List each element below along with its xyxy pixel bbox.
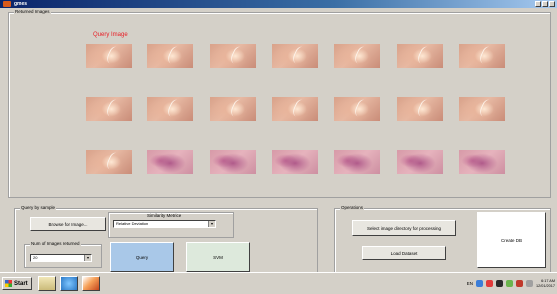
app-icon[interactable] bbox=[3, 1, 11, 7]
thumbnail-image[interactable] bbox=[334, 150, 380, 174]
similarity-metric-value: Relative Deviation bbox=[116, 221, 149, 226]
thumbnail-image[interactable] bbox=[334, 97, 380, 121]
create-db-button[interactable]: Create DB bbox=[477, 212, 546, 268]
antivirus-icon[interactable] bbox=[485, 280, 493, 287]
browser-icon[interactable] bbox=[60, 276, 78, 291]
thumbnail-image[interactable] bbox=[210, 150, 256, 174]
thumbnail-image[interactable] bbox=[459, 97, 505, 121]
similarity-metric-label: Similarity Metrice bbox=[147, 213, 182, 218]
maximize-button[interactable] bbox=[542, 1, 548, 7]
system-tray: EN 6:17 AM 12/01/2017 bbox=[467, 276, 555, 291]
select-directory-button[interactable]: Select image directory for processing bbox=[352, 220, 456, 236]
num-images-select[interactable]: 20 ▾ bbox=[30, 254, 92, 262]
thumbnail-image[interactable] bbox=[147, 150, 193, 174]
thumbnail-image[interactable] bbox=[210, 97, 256, 121]
start-button[interactable]: Start bbox=[2, 277, 32, 290]
similarity-metric-select[interactable]: Relative Deviation ▾ bbox=[113, 220, 216, 228]
taskbar: Start EN 6:17 AM 12/01/2017 bbox=[0, 272, 557, 294]
returned-images-title: Returned Images bbox=[14, 9, 51, 15]
query-image-label: Query Image bbox=[93, 32, 128, 38]
num-images-title: Num of Images returned bbox=[30, 241, 81, 247]
thumbnail-image[interactable] bbox=[397, 97, 443, 121]
chevron-down-icon[interactable]: ▾ bbox=[208, 221, 215, 227]
chevron-down-icon[interactable]: ▾ bbox=[84, 255, 91, 261]
query-button[interactable]: Query bbox=[110, 242, 174, 272]
num-images-value: 20 bbox=[33, 255, 38, 260]
matlab-icon[interactable] bbox=[82, 276, 100, 291]
thumbnail-image[interactable] bbox=[272, 150, 318, 174]
info-icon[interactable] bbox=[495, 280, 503, 287]
window-title: gmes bbox=[14, 1, 28, 7]
start-label: Start bbox=[14, 280, 28, 287]
thumbnail-image[interactable] bbox=[86, 97, 132, 121]
thumbnail-image[interactable] bbox=[147, 97, 193, 121]
thumbnail-image[interactable] bbox=[459, 44, 505, 68]
thumbnail-image[interactable] bbox=[397, 150, 443, 174]
query-by-sample-title: Query by sample bbox=[20, 205, 57, 211]
thumbnail-image[interactable] bbox=[86, 150, 132, 174]
flag-icon[interactable] bbox=[515, 280, 523, 287]
volume-icon[interactable] bbox=[525, 280, 533, 287]
close-button[interactable] bbox=[549, 1, 555, 7]
thumbnail-image[interactable] bbox=[147, 44, 193, 68]
operations-title: Operations bbox=[340, 205, 365, 211]
thumbnail-image[interactable] bbox=[86, 44, 132, 68]
explorer-icon[interactable] bbox=[38, 276, 56, 291]
thumbnail-image[interactable] bbox=[397, 44, 443, 68]
app-window: Returned Images Query Image Query by sam… bbox=[0, 8, 557, 274]
window-controls bbox=[535, 1, 555, 7]
thumbnail-image[interactable] bbox=[272, 97, 318, 121]
thumbnail-image[interactable] bbox=[210, 44, 256, 68]
thumbnail-image[interactable] bbox=[334, 44, 380, 68]
thumbnail-image[interactable] bbox=[272, 44, 318, 68]
clock[interactable]: 6:17 AM 12/01/2017 bbox=[536, 279, 555, 288]
battery-icon[interactable] bbox=[505, 280, 513, 287]
language-indicator[interactable]: EN bbox=[467, 281, 473, 286]
browse-image-button[interactable]: Browse for Image... bbox=[30, 217, 106, 231]
windows-logo-icon bbox=[5, 280, 12, 287]
title-bar: gmes bbox=[0, 0, 557, 8]
load-dataset-button[interactable]: Load Dataset bbox=[362, 246, 446, 260]
thumbnail-image[interactable] bbox=[459, 150, 505, 174]
svm-button[interactable]: SVM bbox=[186, 242, 250, 272]
network-icon[interactable] bbox=[475, 280, 483, 287]
minimize-button[interactable] bbox=[535, 1, 541, 7]
clock-date: 12/01/2017 bbox=[535, 283, 555, 288]
